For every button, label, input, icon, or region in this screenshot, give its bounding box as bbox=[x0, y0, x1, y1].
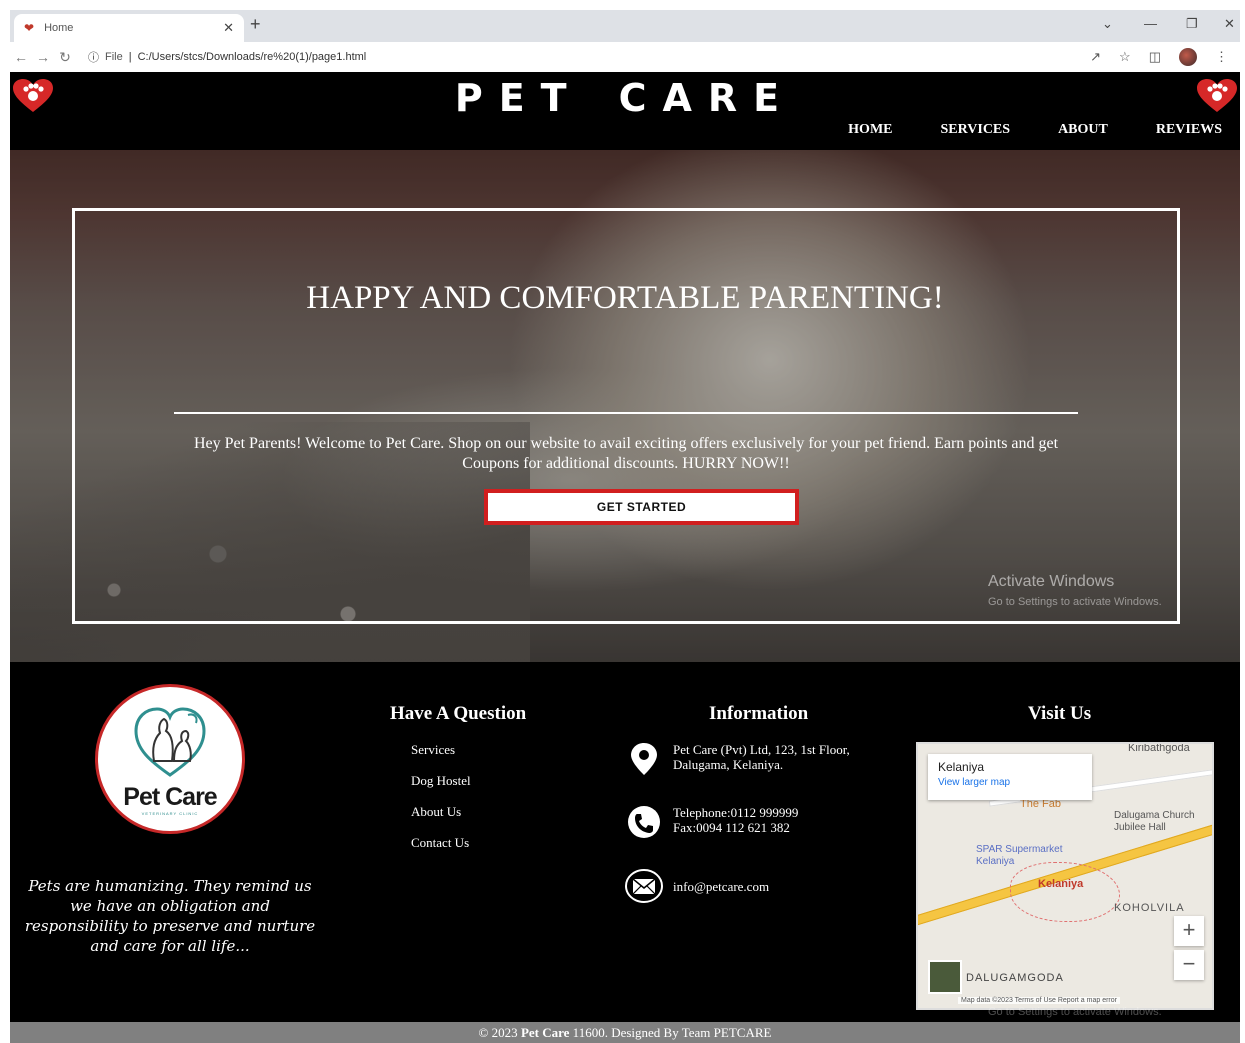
website: PET CARE HOME SERVICES ABOUT REVIEWS HAPP… bbox=[10, 72, 1240, 1043]
email-row: info@petcare.com bbox=[625, 869, 769, 903]
close-window-icon[interactable]: ✕ bbox=[1224, 16, 1235, 32]
browser-tab[interactable]: ❤ Home ✕ bbox=[14, 14, 244, 42]
info-icon[interactable]: ⓘ bbox=[88, 49, 99, 65]
copyright-brand: Pet Care bbox=[520, 1025, 570, 1040]
map-attribution: Map data ©2023 Terms of Use Report a map… bbox=[958, 997, 1120, 1004]
mail-icon bbox=[625, 869, 663, 903]
main-nav: HOME SERVICES ABOUT REVIEWS bbox=[848, 122, 1222, 138]
copyright-bar: © 2023 Pet Care 11600. Designed By Team … bbox=[10, 1022, 1240, 1043]
phone-row: Telephone:0112 999999 Fax:0094 112 621 3… bbox=[625, 805, 798, 839]
footer-link-dog-hostel[interactable]: Dog Hostel bbox=[411, 773, 471, 804]
logo-subtitle: VETERINARY CLINIC bbox=[141, 811, 199, 816]
map-label: Kiribathgoda bbox=[1128, 742, 1190, 754]
phone-icon bbox=[628, 806, 660, 838]
address-bar: ← → ↻ ⓘ File | C:/Users/stcs/Downloads/r… bbox=[10, 42, 1240, 72]
satellite-toggle[interactable] bbox=[928, 960, 962, 994]
hero-divider bbox=[174, 412, 1078, 414]
activate-windows-title: Activate Windows bbox=[988, 573, 1115, 590]
site-header: PET CARE HOME SERVICES ABOUT REVIEWS bbox=[10, 72, 1240, 150]
hero-frame bbox=[72, 208, 1180, 624]
paw-heart-logo-icon bbox=[1197, 79, 1237, 112]
zoom-out-button[interactable]: − bbox=[1174, 950, 1204, 980]
footer-link-services[interactable]: Services bbox=[411, 742, 471, 773]
share-icon[interactable]: ↗ bbox=[1090, 49, 1101, 65]
browser-tabstrip: ❤ Home ✕ + ⌄ — ❐ ✕ bbox=[10, 10, 1240, 42]
information-heading: Information bbox=[709, 703, 809, 724]
back-icon[interactable]: ← bbox=[10, 49, 32, 65]
map-label: DALUGAMGODA bbox=[966, 972, 1064, 984]
get-started-button[interactable]: GET STARTED bbox=[484, 489, 799, 525]
pet-quote: Pets are humanizing. They remind us we h… bbox=[24, 877, 316, 955]
tab-title: Home bbox=[44, 22, 74, 34]
url-text: C:/Users/stcs/Downloads/re%20(1)/page1.h… bbox=[137, 51, 367, 63]
side-panel-icon[interactable]: ◫ bbox=[1149, 49, 1161, 65]
email-text[interactable]: info@petcare.com bbox=[673, 879, 769, 894]
pet-care-logo: Pet Care VETERINARY CLINIC bbox=[95, 684, 245, 834]
question-links: Services Dog Hostel About Us Contact Us bbox=[411, 742, 471, 866]
address-row: Pet Care (Pvt) Ltd, 123, 1st Floor, Dalu… bbox=[625, 742, 883, 776]
map-label: Jubilee Hall bbox=[1114, 822, 1166, 833]
map-region-outline bbox=[1010, 862, 1120, 922]
nav-about[interactable]: ABOUT bbox=[1058, 122, 1108, 138]
tab-search-icon[interactable]: ⌄ bbox=[1102, 16, 1113, 32]
close-tab-icon[interactable]: ✕ bbox=[223, 20, 234, 36]
map-label: Kelaniya bbox=[1038, 878, 1084, 890]
map-label: Kelaniya bbox=[976, 856, 1015, 867]
footer-link-contact-us[interactable]: Contact Us bbox=[411, 835, 471, 866]
zoom-in-button[interactable]: + bbox=[1174, 916, 1204, 946]
nav-reviews[interactable]: REVIEWS bbox=[1156, 122, 1222, 138]
activate-windows-subtitle: Go to Settings to activate Windows. bbox=[988, 596, 1162, 608]
hero-heading: HAPPY AND COMFORTABLE PARENTING! bbox=[306, 280, 944, 316]
hero-section: HAPPY AND COMFORTABLE PARENTING! Hey Pet… bbox=[10, 150, 1240, 662]
map-place-name: Kelaniya bbox=[938, 760, 985, 774]
nav-services[interactable]: SERVICES bbox=[941, 122, 1011, 138]
fax-text: Fax:0094 112 621 382 bbox=[673, 820, 790, 835]
embedded-map[interactable]: Kiribathgoda The Fab Dalugama Church Jub… bbox=[916, 742, 1214, 1010]
new-tab-icon[interactable]: + bbox=[250, 14, 261, 35]
contact-numbers: Telephone:0112 999999 Fax:0094 112 621 3… bbox=[673, 805, 798, 835]
map-label: Dalugama Church bbox=[1114, 810, 1195, 821]
visit-heading: Visit Us bbox=[1028, 703, 1092, 724]
url-scheme: File bbox=[105, 51, 123, 63]
restore-icon[interactable]: ❐ bbox=[1186, 16, 1198, 32]
menu-dots-icon[interactable]: ⋮ bbox=[1215, 49, 1228, 65]
address-text: Pet Care (Pvt) Ltd, 123, 1st Floor, Dalu… bbox=[673, 742, 850, 772]
map-info-box: Kelaniya View larger map bbox=[928, 754, 1092, 800]
heart-favicon-icon: ❤ bbox=[24, 21, 35, 35]
map-label: SPAR Supermarket bbox=[976, 844, 1063, 855]
map-label: KOHOLVILA bbox=[1114, 902, 1185, 914]
bookmark-star-icon[interactable]: ☆ bbox=[1119, 49, 1131, 65]
site-brand: PET CARE bbox=[454, 76, 796, 120]
footer-link-about-us[interactable]: About Us bbox=[411, 804, 471, 835]
location-pin-icon bbox=[631, 743, 657, 775]
question-heading: Have A Question bbox=[390, 703, 527, 724]
activate-windows-footer: Go to Settings to activate Windows. bbox=[988, 1006, 1162, 1018]
site-footer: Pet Care VETERINARY CLINIC Pets are huma… bbox=[10, 662, 1240, 1022]
dog-cat-heart-icon bbox=[134, 707, 206, 777]
reload-icon[interactable]: ↻ bbox=[54, 49, 76, 66]
nav-home[interactable]: HOME bbox=[848, 122, 892, 138]
logo-text: Pet Care bbox=[123, 783, 217, 811]
hero-text: Hey Pet Parents! Welcome to Pet Care. Sh… bbox=[193, 435, 1059, 472]
telephone-text: Telephone:0112 999999 bbox=[673, 805, 799, 820]
forward-icon[interactable]: → bbox=[32, 49, 54, 65]
profile-avatar[interactable] bbox=[1179, 48, 1197, 66]
view-larger-map-link[interactable]: View larger map bbox=[938, 777, 1082, 788]
url-field[interactable]: ⓘ File | C:/Users/stcs/Downloads/re%20(1… bbox=[88, 49, 366, 65]
minimize-icon[interactable]: — bbox=[1144, 16, 1157, 31]
